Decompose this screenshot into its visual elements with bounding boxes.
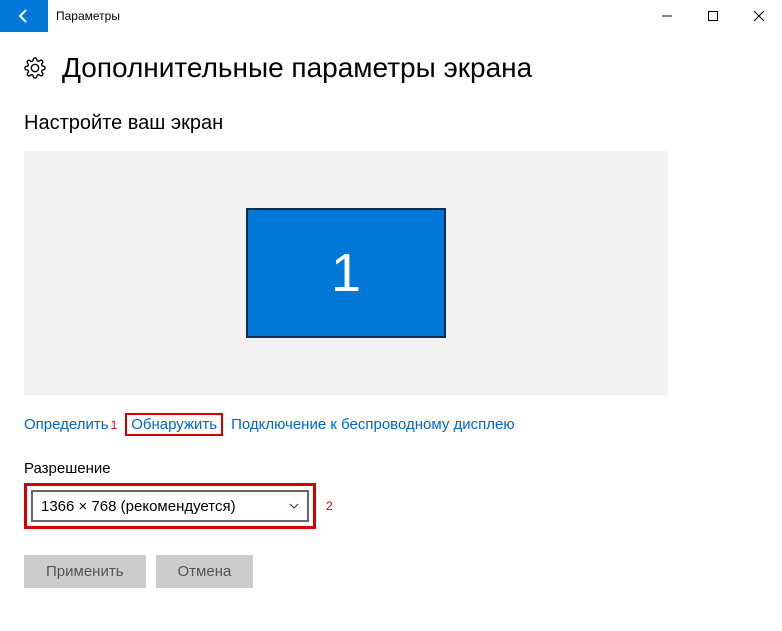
wireless-display-link[interactable]: Подключение к беспроводному дисплею [231, 416, 515, 433]
maximize-button[interactable] [690, 0, 736, 32]
content-area: Дополнительные параметры экрана Настройт… [0, 32, 782, 608]
annotation-box-resolution: 1366 × 768 (рекомендуется) [24, 483, 316, 529]
resolution-label: Разрешение [24, 460, 758, 477]
chevron-down-icon [289, 501, 299, 511]
titlebar: Параметры [0, 0, 782, 32]
minimize-button[interactable] [644, 0, 690, 32]
action-buttons: Применить Отмена [24, 555, 758, 588]
annotation-1: 1 [111, 418, 118, 432]
maximize-icon [708, 11, 718, 21]
close-button[interactable] [736, 0, 782, 32]
annotation-2: 2 [326, 499, 333, 513]
detect-link[interactable]: Обнаружить [131, 416, 217, 433]
back-button[interactable] [0, 0, 48, 32]
minimize-icon [662, 11, 672, 21]
monitor-preview-area[interactable]: 1 [24, 151, 668, 395]
apply-button[interactable]: Применить [24, 555, 146, 588]
resolution-dropdown[interactable]: 1366 × 768 (рекомендуется) [31, 490, 309, 522]
monitor-1[interactable]: 1 [246, 208, 446, 338]
window-controls [644, 0, 782, 32]
identify-link[interactable]: Определить [24, 416, 109, 433]
annotation-box-detect: Обнаружить [125, 413, 223, 436]
display-links-row: Определить 1 Обнаружить Подключение к бе… [24, 413, 758, 436]
cancel-button[interactable]: Отмена [156, 555, 254, 588]
page-header: Дополнительные параметры экрана [24, 52, 758, 84]
resolution-row: 1366 × 768 (рекомендуется) 2 [24, 483, 758, 529]
section-customize-title: Настройте ваш экран [24, 112, 758, 135]
page-title: Дополнительные параметры экрана [62, 52, 532, 84]
arrow-left-icon [16, 8, 32, 24]
close-icon [754, 11, 764, 21]
gear-icon [24, 57, 46, 79]
monitor-number: 1 [331, 242, 361, 304]
resolution-value: 1366 × 768 (рекомендуется) [41, 498, 236, 515]
window-title: Параметры [56, 9, 120, 23]
